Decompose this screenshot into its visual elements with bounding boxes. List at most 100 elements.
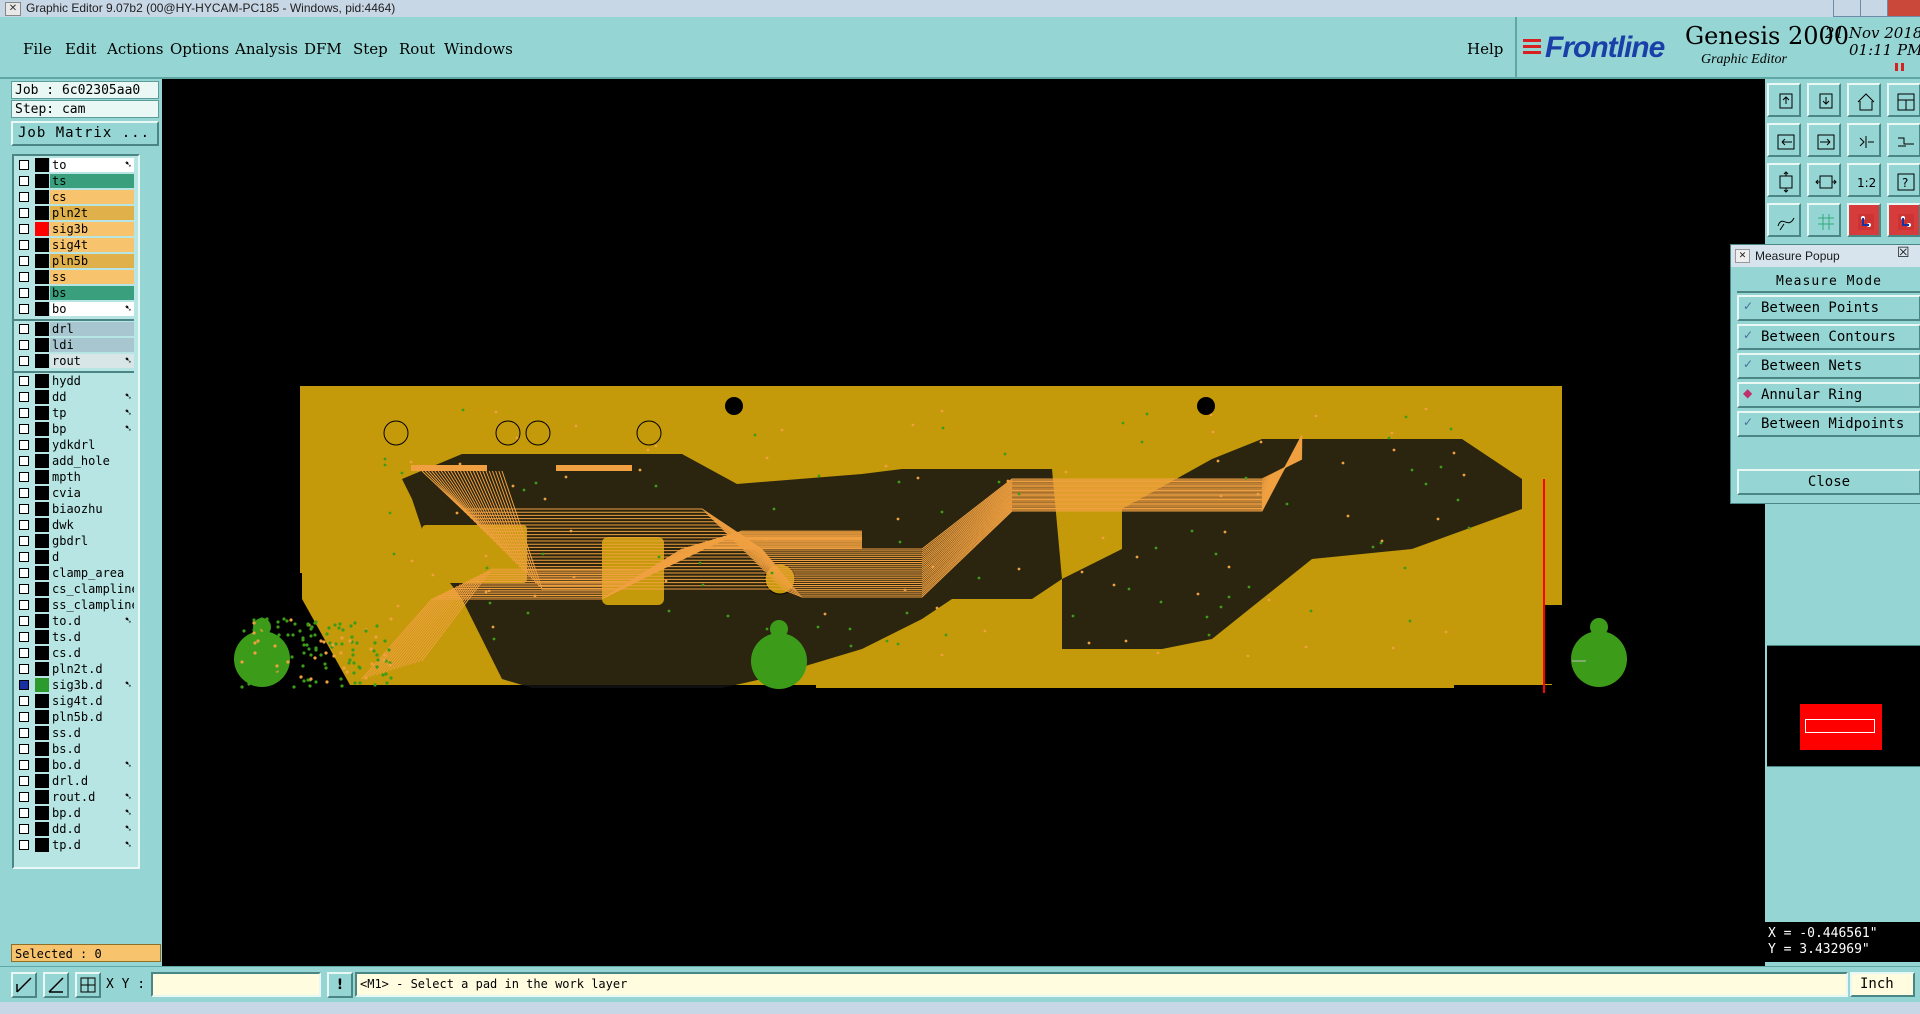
layer-color-swatch[interactable] [35,302,49,316]
layer-color-swatch[interactable] [35,470,49,484]
fit-horizontal-icon[interactable] [1807,163,1841,197]
layer-color-swatch[interactable] [35,630,49,644]
layer-color-swatch[interactable] [35,374,49,388]
layer-checkbox[interactable] [19,192,29,202]
layer-checkbox[interactable] [19,520,29,530]
layer-down-icon[interactable] [1807,83,1841,117]
layer-row[interactable]: gbdrl [14,534,134,548]
layer-checkbox[interactable] [19,224,29,234]
layer-row[interactable]: pln2t.d [14,662,134,676]
layer-row[interactable]: ydkdrl [14,438,134,452]
help-icon[interactable]: ? [1887,163,1920,197]
layer-color-swatch[interactable] [35,254,49,268]
layer-name[interactable]: pln2t [50,206,134,220]
layer-row[interactable]: dwk [14,518,134,532]
move-left-icon[interactable] [1767,123,1801,157]
layer-row[interactable]: drl [14,322,134,336]
layer-row[interactable]: add_hole [14,454,134,468]
layer-name[interactable]: tp [50,406,134,420]
layer-row[interactable]: dd.d ➷ [14,822,134,836]
layer-name[interactable]: ts [50,174,134,188]
layer-checkbox[interactable] [19,472,29,482]
layer-row[interactable]: hydd [14,374,134,388]
layer-name[interactable]: bo [50,302,134,316]
graphic-canvas[interactable] [162,79,1765,966]
fit-vertical-icon[interactable] [1767,163,1801,197]
units-button[interactable]: Inch [1850,972,1915,997]
layer-color-swatch[interactable] [35,390,49,404]
measure-tool-icon[interactable] [43,972,69,998]
layer-name[interactable]: gbdrl [50,534,134,548]
layer-name[interactable]: dwk [50,518,134,532]
layer-color-swatch[interactable] [35,190,49,204]
layer-name[interactable]: ss [50,270,134,284]
layer-row[interactable]: tp.d ➷ [14,838,134,852]
layer-checkbox[interactable] [19,208,29,218]
layer-name[interactable]: ss.d [50,726,134,740]
layer-name[interactable]: drl.d [50,774,134,788]
minimize-button[interactable] [1833,0,1861,17]
job-matrix-button[interactable]: Job Matrix ... [11,121,159,146]
layer-name[interactable]: sig4t.d [50,694,134,708]
layer-name[interactable]: ss_clampline [50,598,134,612]
layer-checkbox[interactable] [19,392,29,402]
layer-row[interactable]: cs.d [14,646,134,660]
layer-row[interactable]: ts.d [14,630,134,644]
layer-name[interactable]: cs_clampline [50,582,134,596]
popup-close-icon[interactable]: ☒ [1897,245,1910,261]
layer-name[interactable]: to.d [50,614,134,628]
layer-color-swatch[interactable] [35,354,49,368]
home-icon[interactable] [1847,83,1881,117]
layer-row[interactable]: rout.d ➷ [14,790,134,804]
layer-checkbox[interactable] [19,240,29,250]
layer-name[interactable]: bp [50,422,134,436]
measure-option-between-contours[interactable]: ✓ Between Contours [1737,324,1920,350]
layer-name[interactable]: rout.d [50,790,134,804]
layer-color-swatch[interactable] [35,726,49,740]
layer-color-swatch[interactable] [35,454,49,468]
zigzag-icon[interactable] [1887,123,1920,157]
layer-color-swatch[interactable] [35,486,49,500]
layer-name[interactable]: pln5b [50,254,134,268]
layer-checkbox[interactable] [19,568,29,578]
layer-name[interactable]: cvia [50,486,134,500]
layer-name[interactable]: clamp_area [50,566,134,580]
menu-analysis[interactable]: Analysis [235,40,298,58]
layer-name[interactable]: sig4t [50,238,134,252]
layer-row[interactable]: bo ➷ [14,302,134,316]
layer-name[interactable]: to [50,158,134,172]
layer-color-swatch[interactable] [35,774,49,788]
draw-tool-icon[interactable] [11,972,37,998]
layer-row[interactable]: dd ➷ [14,390,134,404]
layer-color-swatch[interactable] [35,550,49,564]
layer-checkbox[interactable] [19,584,29,594]
layer-name[interactable]: ydkdrl [50,438,134,452]
layer-checkbox[interactable] [19,256,29,266]
layer-checkbox[interactable] [19,160,29,170]
measure-popup-titlebar[interactable]: ✕ Measure Popup ☒ [1731,245,1920,267]
layer-row[interactable]: ss [14,270,134,284]
layer-color-swatch[interactable] [35,790,49,804]
layer-row[interactable]: pln5b [14,254,134,268]
layer-color-swatch[interactable] [35,222,49,236]
layer-checkbox[interactable] [19,744,29,754]
layer-color-swatch[interactable] [35,518,49,532]
layer-color-swatch[interactable] [35,338,49,352]
layer-row[interactable]: tp ➷ [14,406,134,420]
layer-checkbox[interactable] [19,324,29,334]
layer-checkbox[interactable] [19,288,29,298]
move-right-icon[interactable] [1807,123,1841,157]
alert-icon[interactable]: ! [327,972,353,998]
scale-1-2-icon[interactable]: 1:2 [1847,163,1881,197]
measure-option-between-midpoints[interactable]: ✓ Between Midpoints [1737,411,1920,437]
layer-row[interactable]: to ➷ [14,158,134,172]
layer-checkbox[interactable] [19,456,29,466]
layer-name[interactable]: sig3b [50,222,134,236]
layer-checkbox[interactable] [19,792,29,802]
window-icon[interactable] [1887,83,1920,117]
layer-color-swatch[interactable] [35,742,49,756]
layer-checkbox[interactable] [19,648,29,658]
layer-name[interactable]: dd [50,390,134,404]
layer-row[interactable]: sig4t [14,238,134,252]
layer-name[interactable]: bp.d [50,806,134,820]
